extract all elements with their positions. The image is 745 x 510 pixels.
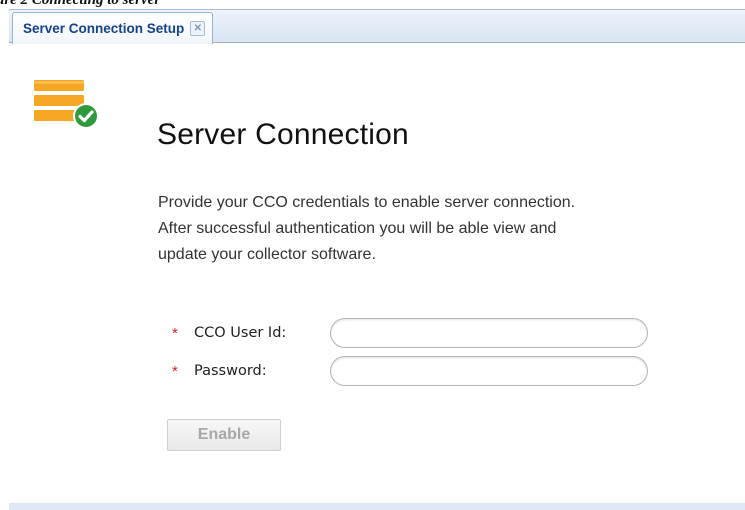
check-badge-icon — [73, 103, 99, 129]
password-row: * Password: — [172, 355, 648, 387]
tab-label: Server Connection Setup — [23, 21, 185, 36]
password-label: Password: — [194, 363, 267, 379]
page-title: Server Connection — [157, 118, 409, 151]
user-id-label: CCO User Id: — [194, 325, 287, 341]
tab-server-connection-setup[interactable]: Server Connection Setup ✕ — [12, 12, 214, 44]
tab-strip: Server Connection Setup ✕ — [9, 9, 745, 44]
user-id-input[interactable] — [330, 318, 648, 348]
required-marker: * — [172, 324, 178, 342]
bottom-bar — [9, 503, 745, 510]
server-stack-icon — [34, 80, 99, 129]
description-line: After successful authentication you will… — [158, 220, 557, 237]
close-icon[interactable]: ✕ — [190, 21, 206, 36]
server-unit-middle — [34, 95, 84, 106]
description-line: update your collector software. — [158, 246, 376, 263]
enable-button[interactable]: Enable — [167, 419, 281, 451]
user-id-row: * CCO User Id: — [172, 317, 648, 349]
password-input[interactable] — [330, 356, 648, 386]
description-line: Provide your CCO credentials to enable s… — [158, 194, 576, 211]
document-caption: ure 2 Connecting to server — [0, 0, 161, 8]
description: Provide your CCO credentials to enable s… — [158, 190, 718, 268]
required-marker: * — [172, 362, 178, 380]
